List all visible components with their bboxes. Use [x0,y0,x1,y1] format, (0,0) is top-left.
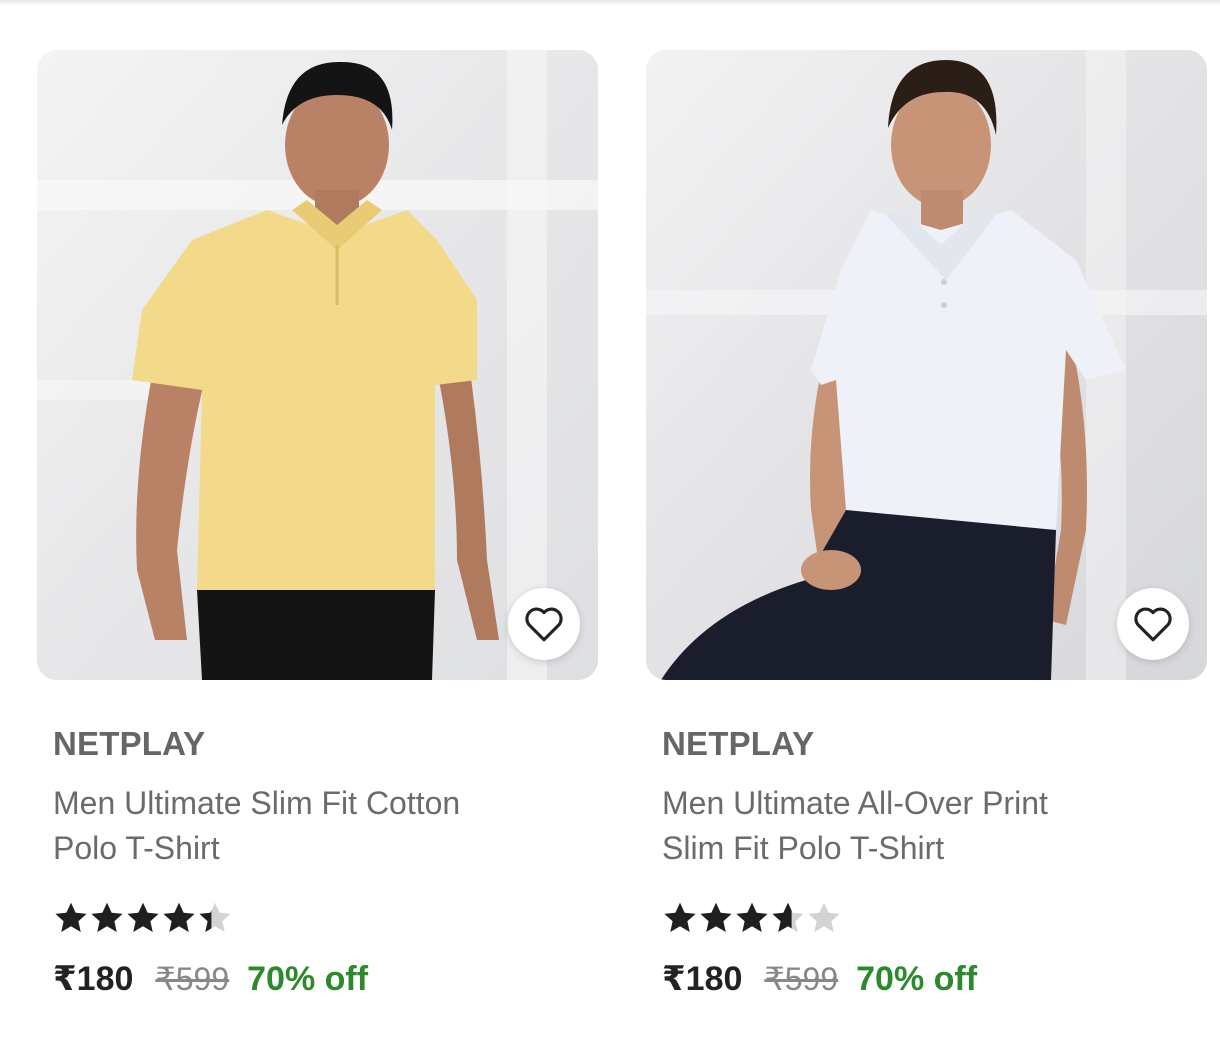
original-price: ₹599 [764,961,839,997]
price-row: ₹180 ₹599 70% off [662,959,1207,999]
selling-price: ₹180 [53,960,134,998]
product-title[interactable]: Men Ultimate Slim Fit Cotton Polo T-Shir… [53,781,573,871]
product-card[interactable]: NETPLAY Men Ultimate Slim Fit Cotton Pol… [37,50,598,999]
selling-price: ₹180 [662,960,743,998]
star-icon [664,902,696,932]
product-image[interactable] [37,50,598,680]
wishlist-button[interactable] [508,588,580,660]
star-icon [700,902,732,932]
product-title-line: Polo T-Shirt [53,830,220,866]
product-photo [37,50,598,680]
star-icon [736,902,768,932]
header-shadow [0,0,1220,6]
discount-label: 70% off [856,960,978,998]
star-icon [55,902,87,932]
star-icon [772,902,804,932]
product-photo [646,50,1207,680]
wishlist-button[interactable] [1117,588,1189,660]
rating-stars [53,897,598,937]
original-price: ₹599 [155,961,230,997]
brand-name: NETPLAY [662,725,815,762]
star-icon [91,902,123,932]
product-title-line: Men Ultimate All-Over Print [662,785,1048,821]
price-row: ₹180 ₹599 70% off [53,959,598,999]
star-icon [808,902,840,932]
heart-outline-icon [525,607,563,642]
product-grid: NETPLAY Men Ultimate Slim Fit Cotton Pol… [37,50,1220,999]
heart-outline-icon [1134,607,1172,642]
rating-stars [662,897,1207,937]
product-card[interactable]: NETPLAY Men Ultimate All-Over Print Slim… [646,50,1207,999]
product-image[interactable] [646,50,1207,680]
product-title[interactable]: Men Ultimate All-Over Print Slim Fit Pol… [662,781,1182,871]
product-title-line: Men Ultimate Slim Fit Cotton [53,785,461,821]
product-title-line: Slim Fit Polo T-Shirt [662,830,945,866]
star-icon [127,902,159,932]
star-icon [163,902,195,932]
star-icon [199,902,231,932]
brand-name: NETPLAY [53,725,206,762]
discount-label: 70% off [247,960,369,998]
